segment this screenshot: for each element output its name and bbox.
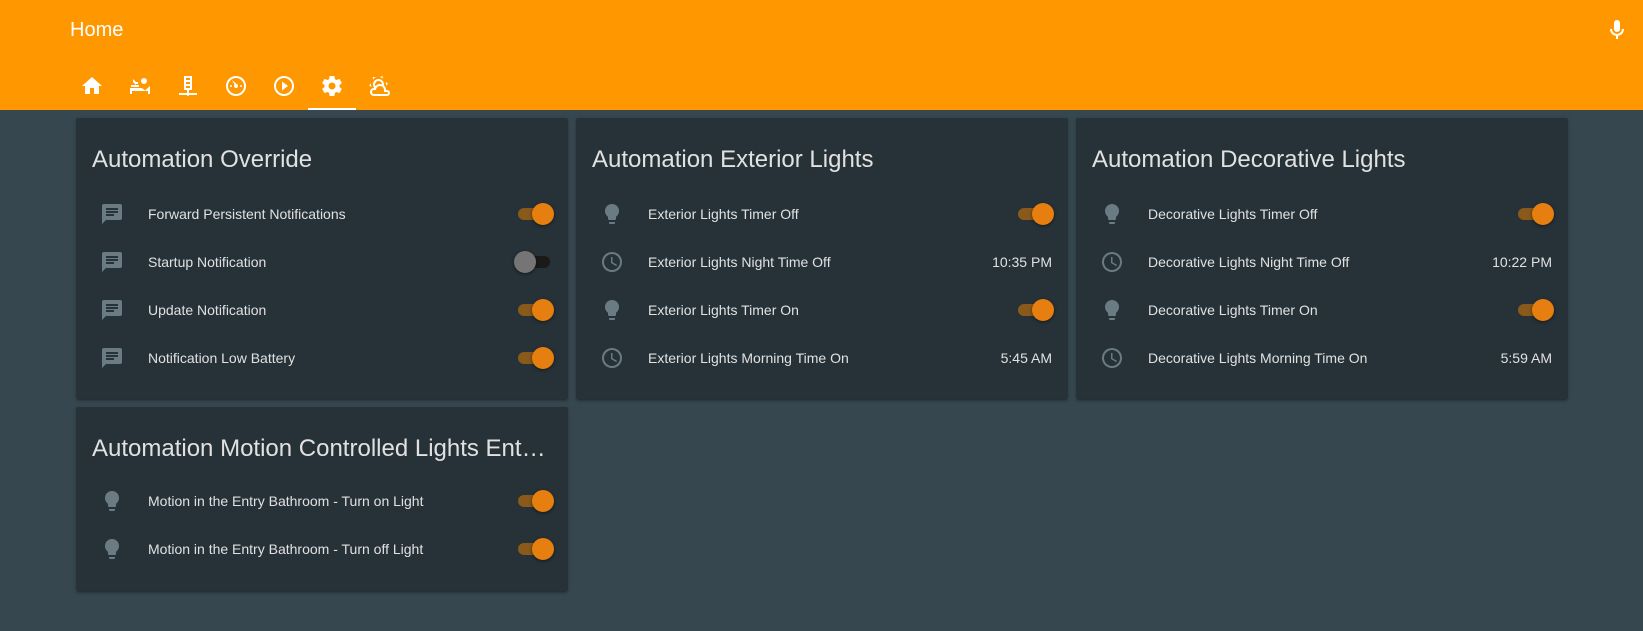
entity-row[interactable]: Notification Low Battery [92,338,554,378]
toggle-switch[interactable] [516,490,554,512]
lightbulb-icon [600,202,624,226]
entity-row[interactable]: Update Notification [92,290,554,330]
entity-value: 10:22 PM [1492,254,1552,270]
tab-system[interactable] [212,72,260,110]
entity-label: Startup Notification [148,254,267,270]
entity-label: Exterior Lights Timer Off [648,206,799,222]
lightbulb-icon [600,298,624,322]
entity-value: 10:35 PM [992,254,1052,270]
account-bed-icon [130,78,150,94]
tab-home[interactable] [68,72,116,110]
toggle-switch[interactable] [516,299,554,321]
entity-row[interactable]: Forward Persistent Notifications [92,194,554,234]
tab-network[interactable] [164,72,212,110]
toggle-switch[interactable] [1016,203,1054,225]
entity-label: Update Notification [148,302,267,318]
entity-label: Decorative Lights Night Time Off [1148,254,1350,270]
card-title: Automation Exterior Lights [592,146,874,173]
lightbulb-icon [1100,202,1124,226]
entity-row[interactable]: Motion in the Entry Bathroom - Turn off … [92,529,554,569]
entity-row[interactable]: Startup Notification [92,242,552,282]
entity-row[interactable]: Decorative Lights Timer On [1092,290,1554,330]
entity-label: Exterior Lights Night Time Off [648,254,831,270]
entity-row[interactable]: Exterior Lights Timer On [592,290,1054,330]
page-title: Home [70,19,124,41]
entity-row[interactable]: Decorative Lights Night Time Off 10:22 P… [1092,242,1552,282]
entity-row[interactable]: Exterior Lights Timer Off [592,194,1054,234]
tab-weather[interactable] [356,72,404,110]
toggle-switch[interactable] [516,203,554,225]
clock-icon [600,250,624,274]
card-automation-exterior-lights: Automation Exterior Lights Exterior Ligh… [576,118,1068,399]
entity-row[interactable]: Decorative Lights Timer Off [1092,194,1554,234]
entity-label: Decorative Lights Timer On [1148,302,1318,318]
toggle-switch[interactable] [514,251,552,273]
lightbulb-icon [100,537,124,561]
entity-label: Notification Low Battery [148,350,296,366]
entity-label: Motion in the Entry Bathroom - Turn off … [148,541,424,557]
entity-label: Decorative Lights Morning Time On [1148,350,1368,366]
toggle-switch[interactable] [516,347,554,369]
card-automation-override: Automation Override Forward Persistent N… [76,118,568,399]
entity-value: 5:59 AM [1500,350,1552,366]
server-network-icon [179,76,197,96]
message-text-icon [100,298,124,322]
app-header: Home [0,0,1643,110]
message-text-icon [100,250,124,274]
entity-row[interactable]: Exterior Lights Morning Time On 5:45 AM [592,338,1052,378]
tab-media[interactable] [260,72,308,110]
card-automation-motion-lights: Automation Motion Controlled Lights Entr… [76,407,568,591]
toggle-switch[interactable] [1516,203,1554,225]
home-icon [82,77,102,94]
clock-icon [600,346,624,370]
toggle-switch[interactable] [1516,299,1554,321]
entity-label: Motion in the Entry Bathroom - Turn on L… [148,493,424,509]
card-title: Automation Override [92,146,313,173]
card-title: Automation Motion Controlled Lights Entr… [92,435,552,462]
entity-label: Exterior Lights Morning Time On [648,350,849,366]
microphone-icon[interactable] [1605,18,1629,42]
entity-label: Decorative Lights Timer Off [1148,206,1318,222]
settings-icon [322,76,342,96]
entity-row[interactable]: Decorative Lights Morning Time On 5:59 A… [1092,338,1552,378]
message-text-icon [100,202,124,226]
entity-row[interactable]: Motion in the Entry Bathroom - Turn on L… [92,481,554,521]
clock-icon [1100,346,1124,370]
toggle-switch[interactable] [516,538,554,560]
lightbulb-icon [1100,298,1124,322]
speedometer-icon [226,76,246,96]
card-automation-decorative-lights: Automation Decorative Lights Decorative … [1076,118,1568,399]
entity-row[interactable]: Exterior Lights Night Time Off 10:35 PM [592,242,1052,282]
lightbulb-icon [100,489,124,513]
toggle-switch[interactable] [1016,299,1054,321]
tab-bedroom[interactable] [116,72,164,110]
card-title: Automation Decorative Lights [1092,146,1406,173]
entity-value: 5:45 AM [1000,350,1052,366]
play-circle-icon [274,76,294,96]
message-text-icon [100,346,124,370]
tab-automations[interactable] [308,72,356,110]
entity-label: Exterior Lights Timer On [648,302,799,318]
entity-label: Forward Persistent Notifications [148,206,346,222]
clock-icon [1100,250,1124,274]
weather-partly-cloudy-icon [369,75,390,96]
